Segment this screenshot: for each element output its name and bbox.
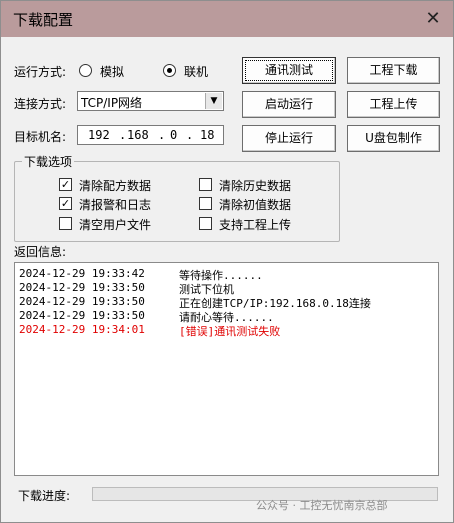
checkbox-clear-initial[interactable] bbox=[199, 197, 212, 210]
checkbox-clear-user-files-label[interactable]: 清空用户文件 bbox=[79, 216, 151, 233]
stop-run-button[interactable]: 停止运行 bbox=[242, 125, 336, 152]
watermark-text: 公众号 · 工控无忧南京总部 bbox=[256, 499, 388, 512]
ip-octet-1[interactable]: 192 bbox=[88, 128, 110, 142]
download-progress-label: 下载进度: bbox=[18, 489, 71, 503]
connect-mode-label: 连接方式: bbox=[14, 97, 67, 111]
checkbox-clear-recipe[interactable]: ✓ bbox=[59, 178, 72, 191]
run-mode-label: 运行方式: bbox=[14, 65, 67, 79]
target-ip-field[interactable]: 192 . 168 . 0 . 18 bbox=[77, 125, 224, 145]
return-info-label: 返回信息: bbox=[14, 245, 67, 259]
checkbox-clear-history[interactable] bbox=[199, 178, 212, 191]
checkbox-support-upload[interactable] bbox=[199, 217, 212, 230]
download-options-title: 下载选项 bbox=[22, 153, 75, 170]
checkbox-clear-alarm-log-label[interactable]: 清报警和日志 bbox=[79, 196, 151, 213]
radio-online-label[interactable]: 联机 bbox=[184, 63, 208, 80]
ip-octet-4[interactable]: 18 bbox=[200, 128, 214, 142]
window-title: 下载配置 bbox=[13, 11, 74, 29]
checkbox-clear-alarm-log[interactable]: ✓ bbox=[59, 197, 72, 210]
usb-package-button[interactable]: U盘包制作 bbox=[347, 125, 440, 152]
comm-test-button[interactable]: 通讯测试 bbox=[242, 57, 336, 84]
target-name-label: 目标机名: bbox=[14, 130, 67, 144]
radio-simulate-label[interactable]: 模拟 bbox=[100, 63, 124, 80]
ip-octet-2[interactable]: 168 bbox=[127, 128, 149, 142]
project-upload-button[interactable]: 工程上传 bbox=[347, 91, 440, 118]
project-download-button[interactable]: 工程下载 bbox=[347, 57, 440, 84]
ip-dot: . bbox=[158, 128, 166, 142]
title-bar[interactable]: 下载配置 ✕ bbox=[1, 1, 453, 37]
checkbox-clear-initial-label[interactable]: 清除初值数据 bbox=[219, 196, 291, 213]
close-icon[interactable]: ✕ bbox=[421, 7, 445, 31]
ip-octet-3[interactable]: 0 bbox=[170, 128, 177, 142]
checkbox-clear-recipe-label[interactable]: 清除配方数据 bbox=[79, 177, 151, 194]
connect-mode-select[interactable]: TCP/IP网络 ▼ bbox=[77, 91, 224, 111]
checkbox-clear-user-files[interactable] bbox=[59, 217, 72, 230]
chevron-down-icon[interactable]: ▼ bbox=[205, 93, 222, 109]
return-info-log[interactable]: 2024-12-29 19:33:42 等待操作...... 2024-12-2… bbox=[14, 262, 439, 476]
ip-dot: . bbox=[119, 128, 127, 142]
start-run-button[interactable]: 启动运行 bbox=[242, 91, 336, 118]
ip-dot: . bbox=[186, 128, 194, 142]
download-config-dialog: 下载配置 ✕ 运行方式: 模拟 联机 连接方式: TCP/IP网络 ▼ 目标机名… bbox=[0, 0, 454, 523]
radio-online[interactable] bbox=[163, 64, 176, 77]
connect-mode-value: TCP/IP网络 bbox=[81, 96, 143, 110]
radio-simulate[interactable] bbox=[79, 64, 92, 77]
checkbox-clear-history-label[interactable]: 清除历史数据 bbox=[219, 177, 291, 194]
checkbox-support-upload-label[interactable]: 支持工程上传 bbox=[219, 216, 291, 233]
